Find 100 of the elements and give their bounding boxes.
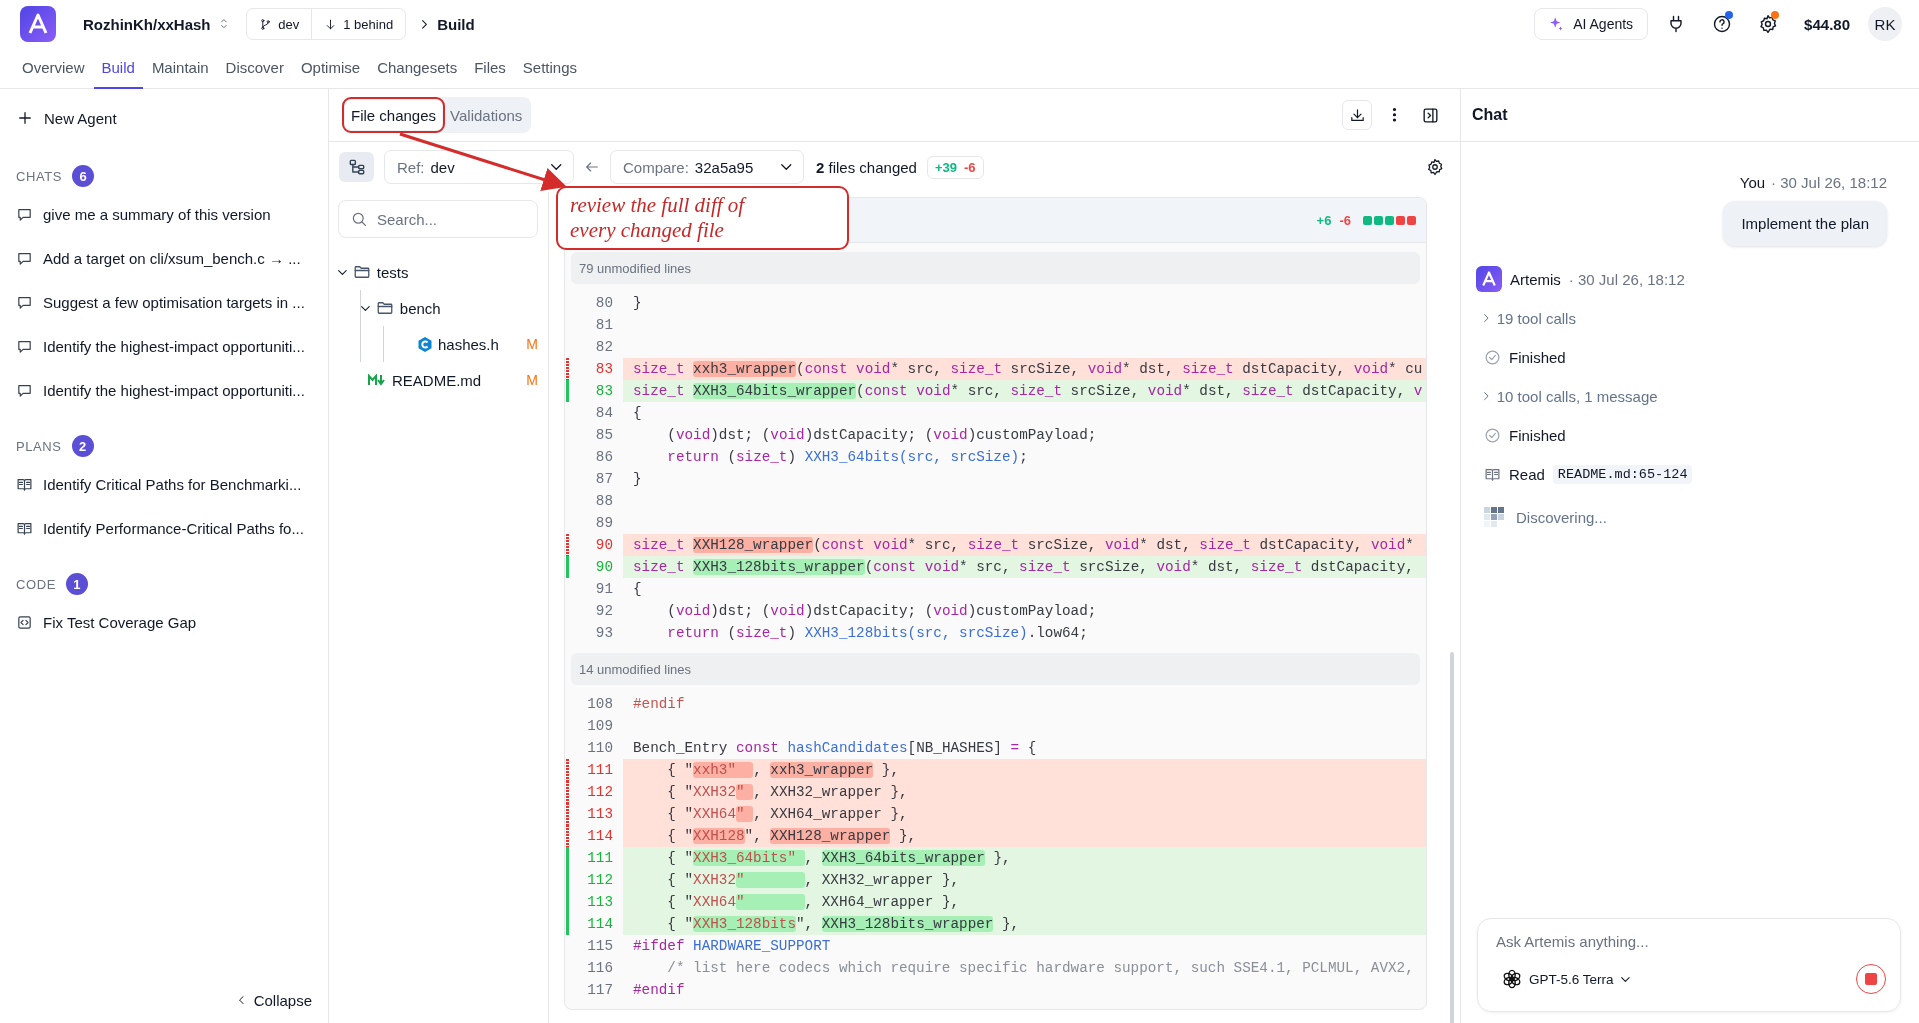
unmodified-lines-bar[interactable]: 14 unmodified lines: [571, 653, 1420, 685]
nav-tab[interactable]: Files: [466, 48, 514, 89]
sidebar-item[interactable]: Identify Performance-Critical Paths fo...: [16, 510, 328, 546]
chevron-right-icon: [1484, 391, 1489, 401]
line-number: 109: [586, 717, 614, 736]
chevron-down-icon: [550, 164, 561, 170]
collapse-button[interactable]: Collapse: [238, 987, 312, 1013]
line-number: 81: [594, 316, 614, 335]
count-badge: 2: [71, 435, 94, 457]
nav-tab[interactable]: Optimise: [292, 48, 369, 89]
chevron-right-icon: [422, 19, 428, 29]
line-number: 83: [594, 382, 614, 401]
download-button[interactable]: [1342, 100, 1372, 130]
tree-file[interactable]: hashes.h: [418, 335, 499, 353]
nav-tab[interactable]: Maintain: [143, 48, 217, 89]
check-circle-icon: [1484, 348, 1501, 366]
files-changed: 2 files changed: [816, 158, 917, 176]
help-icon: [1712, 14, 1733, 34]
sidebar-item[interactable]: give me a summary of this version: [16, 196, 328, 232]
panel-tab[interactable]: Validations: [444, 100, 529, 130]
code-line: #endif: [632, 695, 686, 714]
code-line: Bench_Entry const hashCandidates[NB_HASHES] = {: [632, 739, 1038, 758]
nav-tab[interactable]: Overview: [14, 48, 93, 89]
line-number: 80: [594, 294, 614, 313]
repo-name[interactable]: RozhinKh/xxHash: [83, 15, 211, 33]
section-title: CODE: [16, 576, 56, 592]
folder-icon: [375, 299, 394, 317]
code-line: }: [632, 470, 643, 489]
nav-tab[interactable]: Discover: [217, 48, 292, 89]
tree-folder[interactable]: bench: [361, 299, 441, 317]
behind-button[interactable]: 1 behind: [312, 9, 406, 39]
balance: $44.80: [1804, 15, 1850, 33]
section-title: PLANS: [16, 438, 62, 454]
progress-grid-icon: [1484, 507, 1504, 527]
line-number: 82: [594, 338, 614, 357]
compare-dropdown[interactable]: Compare: 32a5a95: [610, 150, 804, 184]
sidebar-item[interactable]: Fix Test Coverage Gap: [16, 604, 328, 640]
tree-view-button[interactable]: [339, 152, 374, 182]
sidebar-item[interactable]: Add a target on cli/xsum_bench.c → ...: [16, 240, 328, 276]
ai-agents-button[interactable]: AI Agents: [1534, 8, 1649, 40]
line-number: 114: [586, 915, 614, 934]
scrollbar[interactable]: [1450, 652, 1454, 1023]
sparkle-icon: [1547, 15, 1566, 33]
line-number: 112: [586, 871, 614, 890]
line-number: 92: [594, 602, 614, 621]
step-status: Finished: [1509, 348, 1566, 366]
new-agent-button[interactable]: New Agent: [16, 98, 123, 138]
code-line: {: [632, 404, 643, 423]
unmodified-lines-bar[interactable]: 79 unmodified lines: [571, 252, 1420, 284]
tool-calls-toggle[interactable]: 19 tool calls: [1484, 309, 1576, 327]
line-number: 93: [594, 624, 614, 643]
sidebar-item[interactable]: Identify Critical Paths for Benchmarki...: [16, 466, 328, 502]
code-line: }: [632, 294, 643, 313]
nav-tab[interactable]: Changesets: [369, 48, 466, 89]
model-icon: [1502, 969, 1522, 989]
settings-icon: [1426, 158, 1444, 176]
sidebar-item[interactable]: Suggest a few optimisation targets in ...: [16, 284, 328, 320]
line-number: 83: [594, 360, 614, 379]
line-number: 113: [586, 893, 614, 912]
line-number: 115: [586, 937, 614, 956]
nav-tab[interactable]: Settings: [514, 48, 586, 89]
panel-icon: [1420, 105, 1440, 125]
line-number: 111: [586, 849, 614, 868]
nav-tab[interactable]: Build: [93, 48, 143, 89]
model-selector[interactable]: GPT-5.6 Terra: [1496, 969, 1630, 989]
code-line: return (size_t) XXH3_128bits(src, srcSize).low64;: [666, 624, 1089, 643]
plus-icon: [16, 109, 34, 127]
panel-tab[interactable]: File changes: [345, 100, 443, 130]
line-number: 86: [594, 448, 614, 467]
sidebar-item[interactable]: Identify the highest-impact opportuniti...: [16, 328, 328, 364]
status-letter: M: [526, 336, 538, 352]
branch-icon: [259, 17, 273, 31]
file-type-icon: [418, 336, 432, 352]
tree-file[interactable]: README.md: [368, 371, 482, 389]
sidebar-item[interactable]: Identify the highest-impact opportuniti...: [16, 372, 328, 408]
branch-button[interactable]: dev: [247, 9, 312, 39]
chevron-left-icon: [238, 995, 244, 1005]
code-line: (void)dst; (void)dstCapacity; (void)customPayload;: [666, 426, 1098, 445]
chevron-down-icon: [1620, 976, 1630, 982]
annotation-note: review the full diff of every changed file: [556, 186, 849, 250]
author-name: You: [1739, 174, 1766, 191]
message-input[interactable]: Ask Artemis anything...: [1496, 933, 1886, 950]
arrow-left-icon: [584, 159, 600, 175]
tree-folder[interactable]: tests: [338, 263, 409, 281]
user-avatar[interactable]: RK: [1868, 7, 1902, 41]
section-title: CHATS: [16, 168, 63, 184]
line-number: 112: [586, 783, 614, 802]
code-line: (void)dst; (void)dstCapacity; (void)customPayload;: [666, 602, 1098, 621]
ref-dropdown[interactable]: Ref: dev: [384, 150, 574, 184]
line-number: 89: [594, 514, 614, 533]
message-time: · 30 Jul 26, 18:12: [1568, 270, 1685, 288]
line-number: 117: [586, 981, 614, 1000]
updown-icon: [220, 19, 227, 29]
search-field[interactable]: Search...: [338, 200, 538, 238]
file-reference: README.md:65-124: [1552, 464, 1693, 484]
line-number: 114: [586, 827, 614, 846]
code-line: #ifdef HARDWARE_SUPPORT: [632, 937, 832, 956]
code-line: #endif: [632, 981, 686, 1000]
tool-calls-toggle[interactable]: 10 tool calls, 1 message: [1484, 387, 1658, 405]
progress-status: Discovering...: [1516, 508, 1607, 526]
